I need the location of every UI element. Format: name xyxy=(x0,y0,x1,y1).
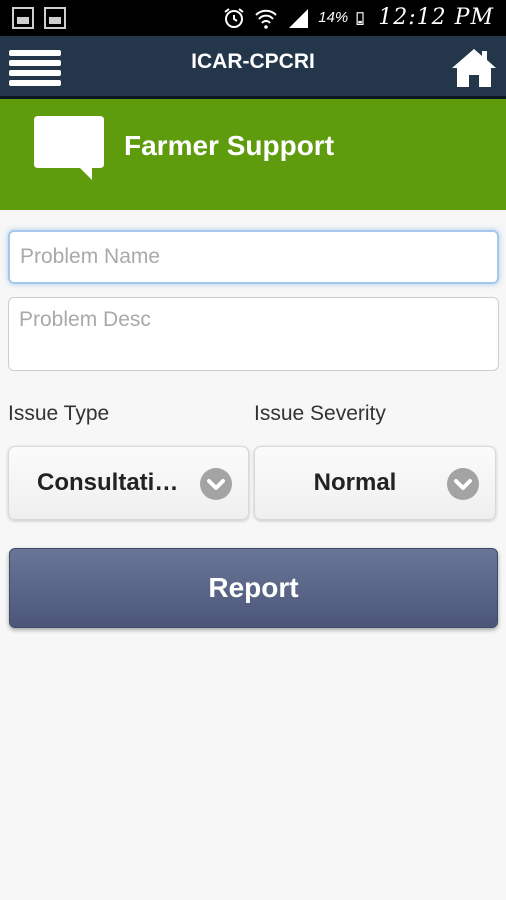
app-title: ICAR-CPCRI xyxy=(191,50,315,73)
issue-type-value: Consultati… xyxy=(37,469,179,496)
problem-desc-input[interactable] xyxy=(8,297,499,371)
notification-icons xyxy=(12,7,66,29)
issue-severity-label: Issue Severity xyxy=(254,402,386,425)
image-icon xyxy=(44,7,66,29)
gallery-icon xyxy=(12,7,34,29)
alarm-icon xyxy=(224,7,244,28)
battery-icon xyxy=(356,11,364,25)
issue-severity-value: Normal xyxy=(313,469,397,496)
home-icon[interactable] xyxy=(450,46,498,90)
system-icons: 14% 12:12 PM xyxy=(222,5,494,30)
chat-bubble-icon xyxy=(34,116,104,180)
wifi-icon xyxy=(255,9,277,29)
signal-icon xyxy=(289,8,309,28)
issue-type-select[interactable]: Consultati… xyxy=(8,446,249,520)
issue-type-label: Issue Type xyxy=(8,402,110,425)
problem-name-input[interactable] xyxy=(8,230,499,284)
feature-title: Farmer Support xyxy=(124,130,335,161)
chevron-down-icon xyxy=(200,468,232,500)
battery-percent: 14% xyxy=(318,9,349,26)
feature-header: Farmer Support xyxy=(0,99,506,210)
chevron-down-icon xyxy=(447,468,479,500)
status-bar: 14% 12:12 PM xyxy=(0,0,506,36)
issue-severity-select[interactable]: Normal xyxy=(254,446,496,520)
report-button[interactable]: Report xyxy=(9,548,498,628)
app-bar: ICAR-CPCRI xyxy=(0,36,506,99)
clock: 12:12 PM xyxy=(378,5,494,30)
